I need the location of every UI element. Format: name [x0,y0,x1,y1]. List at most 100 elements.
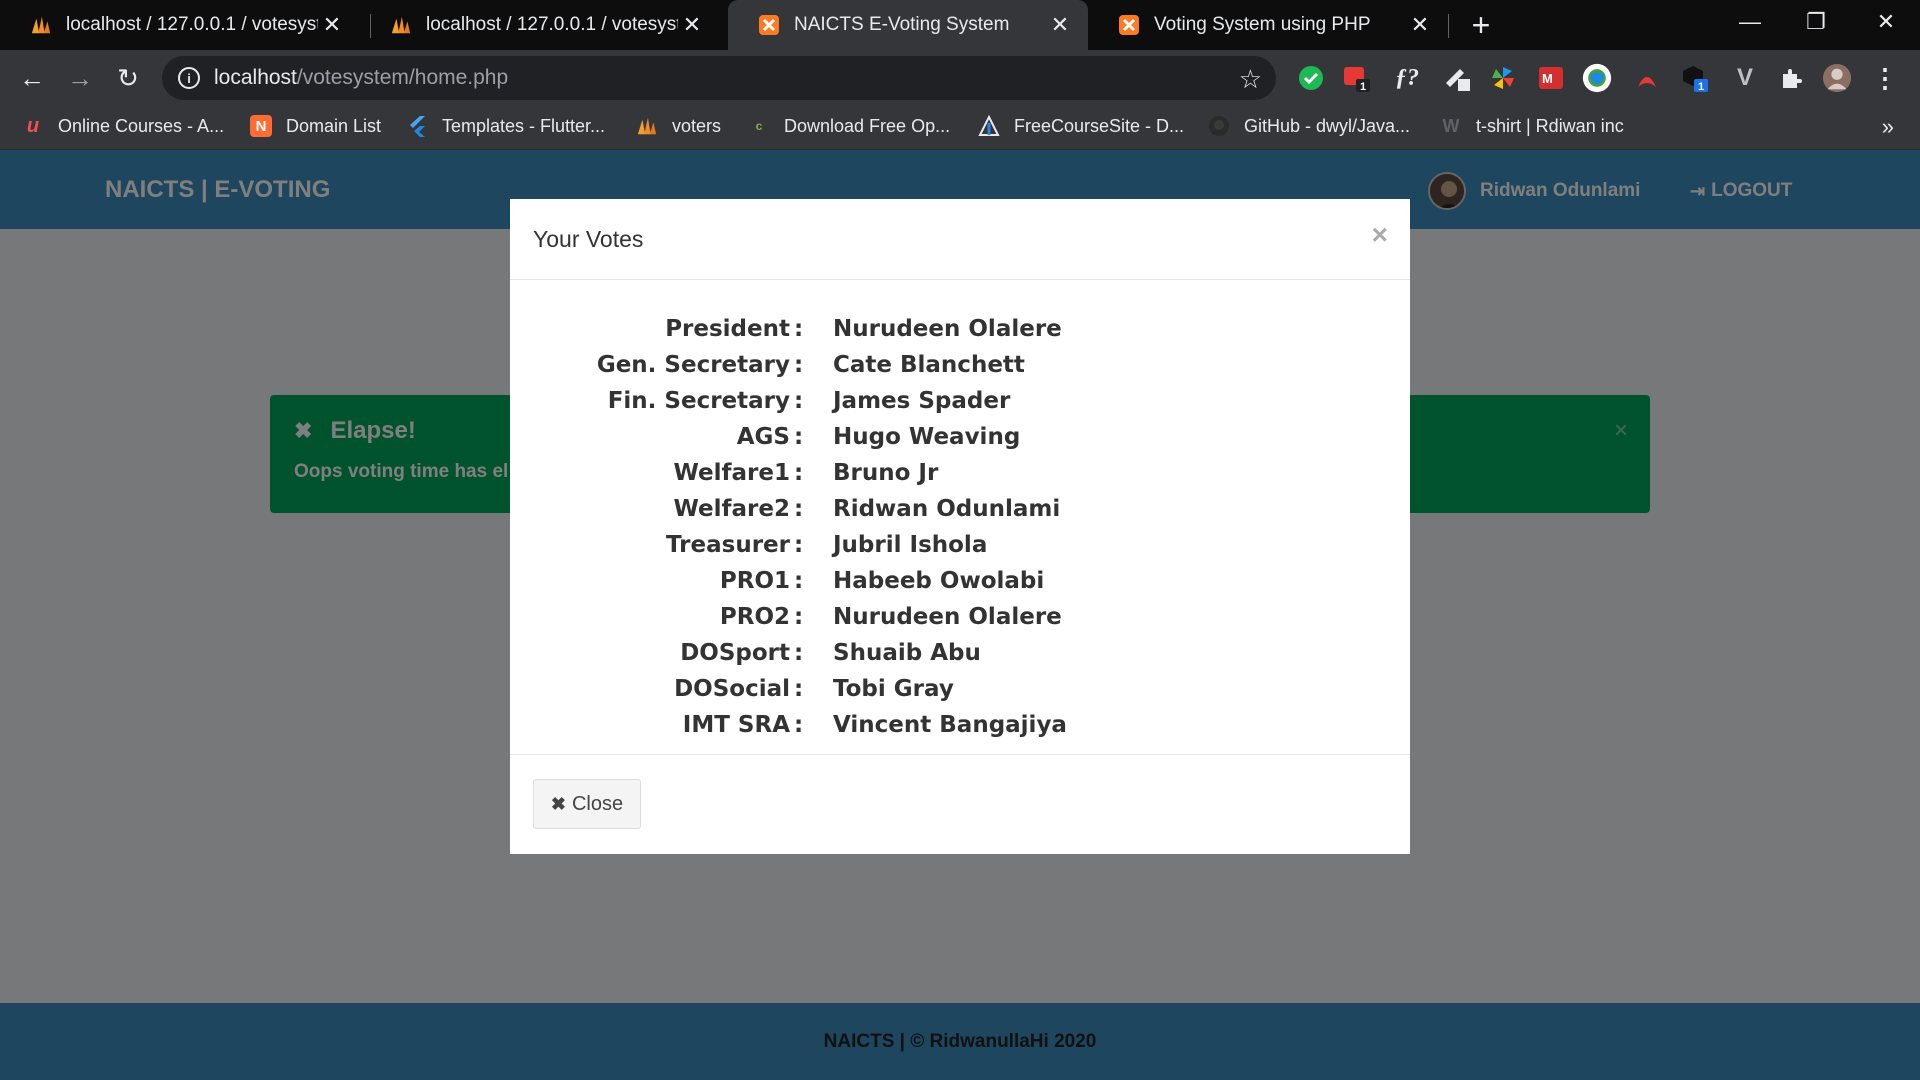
menu-kebab-icon[interactable]: ⋮ [1870,63,1900,93]
browser-toolbar: ← → ↻ i localhost/votesystem/home.php ☆ … [0,50,1920,106]
close-tab-icon[interactable]: ✕ [318,11,346,39]
vote-row: Welfare2: Ridwan Odunlami [510,496,1410,532]
bookmark-label: GitHub - dwyl/Java... [1244,115,1411,136]
colon: : [794,532,804,558]
colon: : [794,316,804,342]
modal-close-icon[interactable]: × [1372,219,1388,251]
xampp-icon [758,14,780,36]
candidate-name: Hugo Weaving [833,424,1021,450]
close-button[interactable]: ✖ Close [533,779,641,829]
modal-header: Your Votes × [510,199,1410,280]
download-icon: c [755,119,763,133]
pdf-extension-icon[interactable] [1632,63,1662,93]
candidate-name: Shuaib Abu [833,640,981,666]
browser-tab-active[interactable]: NAICTS E-Voting System ✕ [728,0,1088,50]
pen-extension-icon[interactable] [1442,63,1472,93]
colon: : [794,352,804,378]
bookmark-star-icon[interactable]: ☆ [1239,64,1262,95]
globe-extension-icon[interactable] [1582,63,1612,93]
mendeley-extension-icon[interactable]: M [1536,63,1566,93]
colon: : [794,388,804,414]
site-info-icon[interactable]: i [178,67,200,89]
position-label: Fin. Secretary [607,388,790,414]
position-label: Welfare1 [673,460,790,486]
bookmark-item[interactable]: FreeCourseSite - D... [978,106,1184,146]
xampp-icon [1118,14,1140,36]
forward-arrow-icon[interactable]: → [60,58,100,98]
tab-title: NAICTS E-Voting System [794,14,1010,35]
position-label: Welfare2 [673,496,790,522]
bookmark-label: t-shirt | Rdiwan inc [1476,115,1624,136]
colon: : [794,568,804,594]
bookmark-item[interactable]: u Online Courses - A... [22,106,224,146]
reload-icon[interactable]: ↻ [108,58,148,98]
bookmark-item[interactable]: GitHub - dwyl/Java... [1208,106,1410,146]
close-icon: ✖ [550,793,566,814]
position-label: AGS [736,424,790,450]
candidate-name: Nurudeen Olalere [833,604,1062,630]
freecoursesite-icon [978,115,1000,137]
page-viewport: NAICTS | E-VOTING Ridwan Odunlami ⇥ LOGO… [0,150,1920,1080]
vote-row: Gen. Secretary: Cate Blanchett [510,352,1410,388]
profile-avatar-icon[interactable] [1822,63,1852,93]
position-label: DOSocial [674,676,790,702]
vote-row: Treasurer: Jubril Ishola [510,532,1410,568]
close-tab-icon[interactable]: ✕ [1406,11,1434,39]
colon: : [794,460,804,486]
bookmark-item[interactable]: W t-shirt | Rdiwan inc [1440,106,1624,146]
tab-title: localhost / 127.0.0.1 / votesystem [426,14,678,35]
vue-extension-icon[interactable]: V [1730,63,1760,93]
browser-tab[interactable]: Voting System using PHP ✕ [1088,0,1448,50]
your-votes-modal: Your Votes × President: Nurudeen Olalere… [510,199,1410,854]
bookmark-label: Download Free Op... [784,115,951,136]
position-label: Gen. Secretary [596,352,790,378]
wordpress-icon: W [1442,115,1460,136]
position-label: Treasurer [666,532,790,558]
new-tab-plus-icon[interactable]: + [1464,7,1498,43]
browser-tab[interactable]: localhost / 127.0.0.1 / votesystem ✕ [0,0,360,50]
restore-icon[interactable]: ❐ [1786,0,1846,44]
back-arrow-icon[interactable]: ← [12,58,52,98]
bookmark-label: Domain List [286,115,382,136]
tab-title: Voting System using PHP [1154,14,1371,35]
close-tab-icon[interactable]: ✕ [678,11,706,39]
vote-row: PRO1: Habeeb Owolabi [510,568,1410,604]
colon: : [794,604,804,630]
address-bar[interactable]: i localhost/votesystem/home.php ☆ [162,56,1276,100]
candidate-name: Bruno Jr [833,460,939,486]
position-label: PRO1 [719,568,790,594]
bookmarks-bar: u Online Courses - A... N Domain List Te… [0,106,1920,150]
colon: : [794,712,804,738]
browser-tab[interactable]: localhost / 127.0.0.1 / votesystem ✕ [360,0,720,50]
vote-row: IMT SRA: Vincent Bangajiya [510,712,1410,748]
candidate-name: Habeeb Owolabi [833,568,1045,594]
vote-row: DOSport: Shuaib Abu [510,640,1410,676]
close-tab-icon[interactable]: ✕ [1046,11,1074,39]
extension-badge: 1 [1698,81,1704,93]
bookmark-item[interactable]: Templates - Flutter... [406,106,605,146]
position-label: DOSport [680,640,790,666]
pinwheel-extension-icon[interactable] [1488,63,1518,93]
colon: : [794,496,804,522]
domain-icon: N [250,115,272,137]
minimize-icon[interactable]: — [1720,0,1780,44]
svg-text:M: M [1542,71,1553,86]
position-label: PRO2 [719,604,790,630]
bookmark-item[interactable]: N Domain List [250,106,381,146]
tab-title: localhost / 127.0.0.1 / votesystem [66,14,318,35]
bookmark-item[interactable]: voters [636,106,721,146]
candidate-name: Nurudeen Olalere [833,316,1062,342]
extension-badge: 1 [1360,81,1366,93]
puzzle-extensions-icon[interactable] [1776,63,1806,93]
check-extension-icon[interactable] [1296,63,1326,93]
window-close-icon[interactable]: ✕ [1856,0,1916,44]
bookmark-label: voters [672,115,722,136]
bookmark-item[interactable]: c Download Free Op... [748,106,950,146]
colon: : [794,424,804,450]
more-bookmarks-icon[interactable]: » [1882,114,1894,140]
tab-separator [1448,14,1449,38]
formula-extension-icon[interactable]: ƒ? [1392,63,1422,93]
red-extension-icon[interactable]: 1 [1342,63,1372,93]
cube-extension-icon[interactable]: 1 [1680,63,1710,93]
candidate-name: Tobi Gray [833,676,954,702]
